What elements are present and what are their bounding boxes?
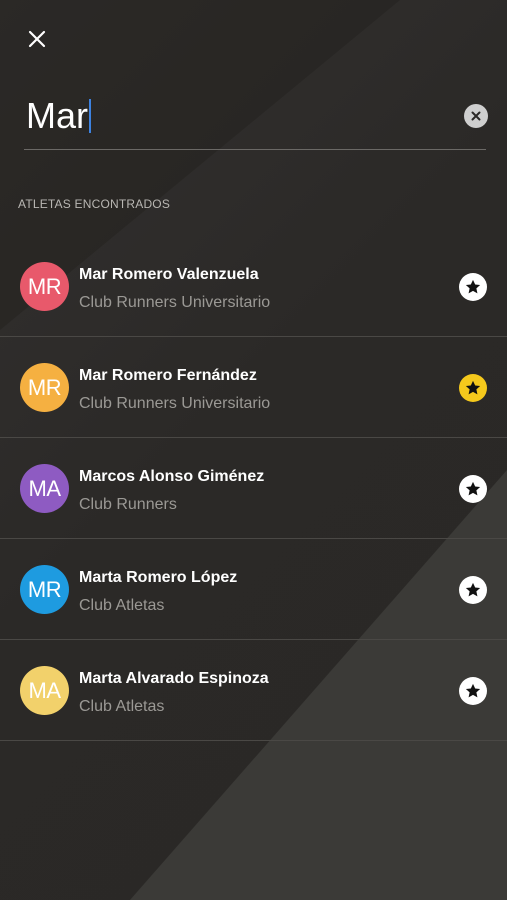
athlete-row[interactable]: MR Mar Romero Valenzuela Club Runners Un… — [0, 236, 507, 337]
favorite-button[interactable] — [459, 374, 487, 402]
clear-search-button[interactable] — [464, 104, 488, 128]
athlete-name: Mar Romero Fernández — [79, 367, 257, 384]
favorite-button[interactable] — [459, 273, 487, 301]
avatar: MA — [20, 464, 69, 513]
athlete-club: Club Runners Universitario — [79, 294, 271, 311]
avatar: MR — [20, 565, 69, 614]
athlete-club: Club Atletas — [79, 597, 165, 614]
clear-icon — [471, 111, 481, 121]
section-title: ATLETAS ENCONTRADOS — [18, 197, 171, 211]
search-query: Mar — [26, 95, 88, 136]
search-bar: Mar — [24, 88, 488, 150]
avatar: MA — [20, 666, 69, 715]
athlete-club: Club Runners — [79, 496, 177, 513]
athlete-club: Club Atletas — [79, 698, 165, 715]
athlete-name: Mar Romero Valenzuela — [79, 266, 259, 283]
text-caret — [89, 99, 91, 134]
favorite-button[interactable] — [459, 677, 487, 705]
athlete-row[interactable]: MA Marta Alvarado Espinoza Club Atletas — [0, 640, 507, 741]
athlete-row[interactable]: MR Marta Romero López Club Atletas — [0, 539, 507, 640]
athlete-row[interactable]: MR Mar Romero Fernández Club Runners Uni… — [0, 337, 507, 438]
star-icon — [465, 582, 481, 597]
avatar: MR — [20, 363, 69, 412]
athlete-name: Marcos Alonso Giménez — [79, 468, 265, 485]
athlete-name: Marta Romero López — [79, 569, 238, 586]
favorite-button[interactable] — [459, 576, 487, 604]
star-icon — [465, 683, 481, 698]
star-icon — [465, 279, 481, 294]
star-icon — [465, 380, 481, 395]
star-icon — [465, 481, 481, 496]
avatar: MR — [20, 262, 69, 311]
athlete-row[interactable]: MA Marcos Alonso Giménez Club Runners — [0, 438, 507, 539]
close-button[interactable] — [18, 20, 56, 58]
athlete-name: Marta Alvarado Espinoza — [79, 670, 269, 687]
athlete-list: MR Mar Romero Valenzuela Club Runners Un… — [0, 236, 507, 741]
search-input[interactable]: Mar — [26, 94, 91, 138]
athlete-club: Club Runners Universitario — [79, 395, 271, 412]
close-icon — [28, 30, 46, 48]
favorite-button[interactable] — [459, 475, 487, 503]
